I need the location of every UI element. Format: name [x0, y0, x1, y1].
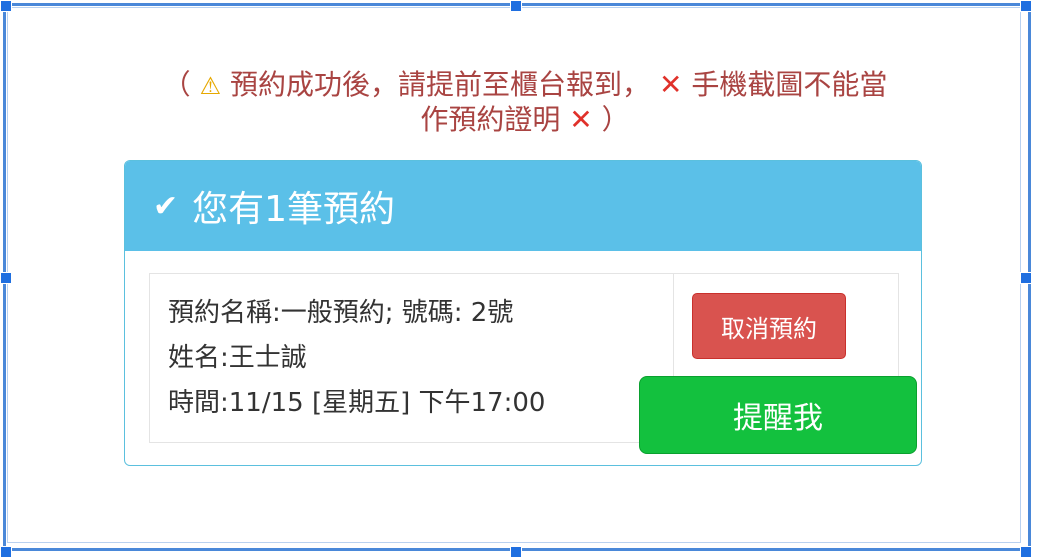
booking-panel: ✔ 您有1筆預約 預約名稱:一般預約; 號碼: 2號 姓名:王士誠 時間:11/… [124, 160, 922, 466]
warning-icon: ⚠ [199, 72, 222, 100]
notice-close-paren: ） [601, 103, 630, 136]
booking-person-line: 姓名:王士誠 [168, 343, 307, 373]
check-icon: ✔ [153, 188, 179, 224]
resize-handle-bottom-right[interactable] [1020, 546, 1032, 558]
cancel-booking-button[interactable]: 取消預約 [692, 293, 846, 359]
booking-name-line: 預約名稱:一般預約; 號碼: 2號 [168, 298, 514, 328]
notice-line-1: （ ⚠ 預約成功後，請提前至櫃台報到， ✕ 手機截圖不能當 [120, 68, 930, 103]
resize-handle-top-center[interactable] [510, 0, 522, 12]
notice-text-1-end: 手機截圖不能當 [691, 68, 888, 101]
resize-handle-top-right[interactable] [1020, 0, 1032, 12]
cross-icon: ✕ [658, 68, 683, 101]
booking-info: 預約名稱:一般預約; 號碼: 2號 姓名:王士誠 時間:11/15 [星期五] … [150, 274, 674, 442]
panel-heading: ✔ 您有1筆預約 [125, 161, 921, 251]
resize-handle-bottom-left[interactable] [0, 546, 12, 558]
resize-handle-middle-right[interactable] [1020, 272, 1032, 284]
remind-me-button[interactable]: 提醒我 [639, 376, 917, 454]
booking-time-line: 時間:11/15 [星期五] 下午17:00 [168, 388, 546, 418]
resize-handle-bottom-center[interactable] [510, 546, 522, 558]
notice-line-2: 作預約證明 ✕ ） [120, 103, 930, 137]
booking-notice: （ ⚠ 預約成功後，請提前至櫃台報到， ✕ 手機截圖不能當 作預約證明 ✕ ） [120, 68, 930, 137]
resize-handle-top-left[interactable] [0, 0, 12, 12]
notice-text-2: 作預約證明 [420, 103, 561, 136]
resize-handle-middle-left[interactable] [0, 272, 12, 284]
panel-title: 您有1筆預約 [192, 189, 396, 230]
notice-open-paren: （ [162, 68, 191, 101]
cross-icon: ✕ [569, 103, 593, 136]
notice-text-1: 預約成功後，請提前至櫃台報到， [230, 68, 651, 101]
